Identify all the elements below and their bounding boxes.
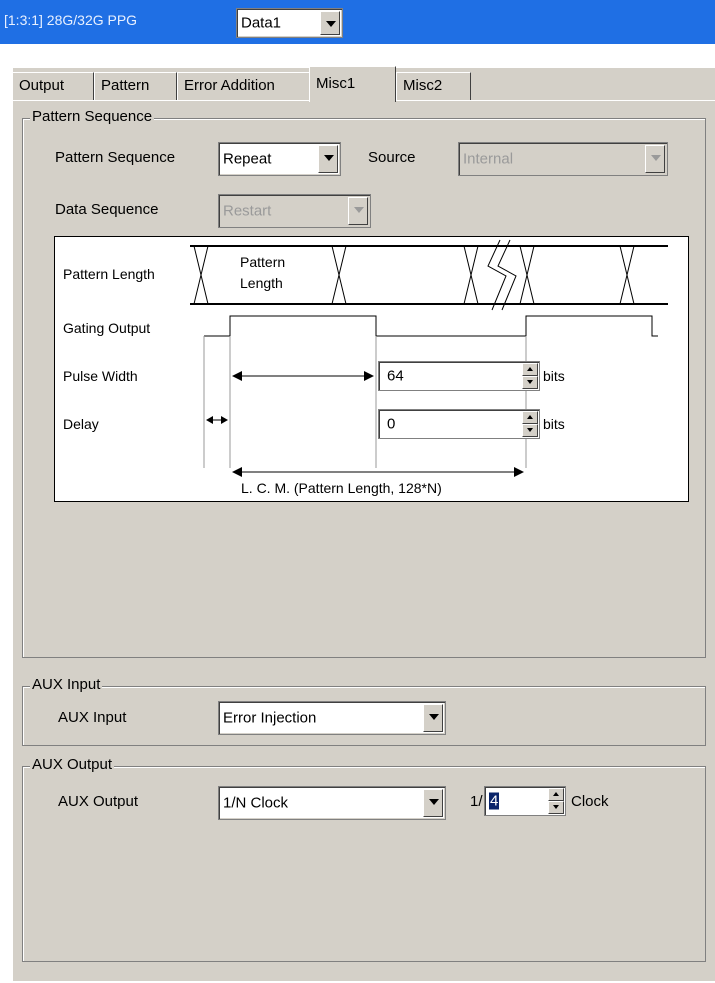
dropdown-arrow-icon[interactable]	[348, 197, 368, 225]
delay-value: 0	[387, 415, 396, 433]
dropdown-arrow-icon[interactable]	[423, 789, 443, 817]
data-sequence-select[interactable]: Restart	[218, 194, 371, 228]
window-title: [1:3:1] 28G/32G PPG	[4, 12, 138, 28]
aux-output-value: 1/N Clock	[223, 794, 289, 812]
aux-input-label: AUX Input	[58, 709, 127, 726]
divider-prefix: 1/	[470, 793, 483, 810]
aux-output-label: AUX Output	[58, 793, 139, 810]
aux-output-group-title: AUX Output	[30, 756, 115, 773]
aux-input-select[interactable]: Error Injection	[218, 701, 446, 735]
pattern-length-inner-line1: Pattern	[240, 254, 286, 270]
delay-label: Delay	[63, 416, 99, 432]
spin-down-icon[interactable]	[548, 801, 564, 814]
dropdown-arrow-icon[interactable]	[320, 11, 340, 35]
tab-error-addition[interactable]: Error Addition	[177, 72, 311, 101]
pattern-sequence-select[interactable]: Repeat	[218, 142, 341, 176]
spin-down-icon[interactable]	[522, 376, 538, 389]
spin-down-icon[interactable]	[522, 424, 538, 437]
aux-input-group-title: AUX Input	[30, 676, 103, 693]
pulse-width-unit: bits	[543, 368, 565, 384]
data-select-value: Data1	[241, 14, 282, 32]
spin-up-icon[interactable]	[522, 363, 538, 376]
delay-spin[interactable]: 0	[378, 409, 540, 439]
dropdown-arrow-icon[interactable]	[423, 704, 443, 732]
divider-suffix: Clock	[571, 793, 609, 810]
divider-value[interactable]: 4	[489, 792, 500, 810]
delay-spin-buttons	[522, 411, 538, 437]
lcm-label: L. C. M. (Pattern Length, 128*N)	[241, 480, 442, 496]
tab-pattern[interactable]: Pattern	[94, 72, 177, 101]
delay-unit: bits	[543, 416, 565, 432]
tab-output[interactable]: Output	[12, 72, 94, 101]
tab-misc1[interactable]: Misc1	[309, 66, 396, 102]
tab-misc2[interactable]: Misc2	[396, 72, 471, 101]
pattern-sequence-value: Repeat	[223, 150, 272, 168]
break-mark-a	[487, 239, 507, 311]
pattern-sequence-label: Pattern Sequence	[55, 149, 176, 166]
gating-waveform	[204, 315, 658, 337]
divider-spin-buttons	[548, 788, 564, 814]
source-select[interactable]: Internal	[458, 142, 668, 176]
aux-input-value: Error Injection	[223, 709, 317, 727]
spin-up-icon[interactable]	[522, 411, 538, 424]
pulse-width-label: Pulse Width	[63, 368, 138, 384]
break-mark-b	[497, 239, 517, 311]
pattern-length-inner-line2: Length	[240, 275, 283, 291]
data-sequence-label: Data Sequence	[55, 201, 159, 218]
source-value: Internal	[463, 150, 514, 168]
pulse-width-spin-buttons	[522, 363, 538, 389]
gating-output-label: Gating Output	[63, 320, 151, 336]
aux-output-select[interactable]: 1/N Clock	[218, 786, 446, 820]
dropdown-arrow-icon[interactable]	[318, 145, 338, 173]
pulse-width-spin[interactable]: 64	[378, 361, 540, 391]
pulse-width-value: 64	[387, 367, 404, 385]
divider-value-wrap: 4	[489, 792, 500, 810]
source-label: Source	[368, 149, 416, 166]
spin-up-icon[interactable]	[548, 788, 564, 801]
pattern-sequence-group-title: Pattern Sequence	[30, 108, 155, 125]
pattern-length-label: Pattern Length	[63, 266, 155, 282]
data-select[interactable]: Data1	[236, 8, 343, 38]
data-sequence-value: Restart	[223, 202, 272, 220]
divider-spin[interactable]: 4	[484, 786, 566, 816]
dropdown-arrow-icon[interactable]	[645, 145, 665, 173]
